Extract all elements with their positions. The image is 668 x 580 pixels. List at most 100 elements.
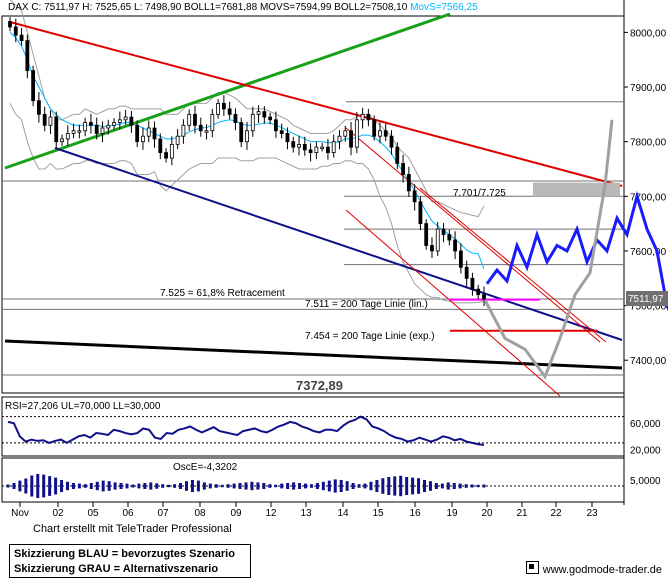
- candle-body: [198, 124, 203, 132]
- candle-body: [262, 111, 267, 118]
- candle-body: [54, 116, 59, 143]
- candle-body: [106, 124, 111, 129]
- candle-body: [193, 113, 197, 126]
- candle-body: [326, 146, 330, 153]
- candle-body: [141, 135, 145, 143]
- chart-header: DAX C: 7511,97 H: 7525,65 L: 7498,90 BOL…: [8, 2, 478, 13]
- candle-body: [204, 130, 209, 133]
- annotation-label: 7.511 = 200 Tage Linie (lin.): [305, 299, 428, 310]
- x-tick-label: 09: [230, 508, 242, 519]
- candle-body: [412, 190, 417, 203]
- rsi-tick-label: 20,000: [630, 445, 661, 456]
- candle-body: [210, 113, 215, 132]
- candle-body: [401, 163, 405, 175]
- candle-body: [83, 122, 88, 132]
- x-tick-label: 16: [409, 508, 421, 519]
- candle-body: [245, 130, 249, 143]
- candle-body: [175, 135, 180, 145]
- candle-body: [89, 122, 93, 126]
- candle-body: [268, 116, 273, 121]
- candle-body: [430, 245, 434, 252]
- candle-body: [274, 119, 278, 132]
- candle-body: [135, 124, 140, 143]
- candle-body: [389, 135, 394, 148]
- x-tick-label: 14: [337, 508, 349, 519]
- osc-label: OscE=-4,3202: [173, 462, 238, 473]
- x-tick-label: 15: [372, 508, 384, 519]
- rsi-tick-label: 60,000: [630, 419, 661, 430]
- osc-tick-label: 5,0000: [630, 476, 661, 487]
- candle-body: [285, 133, 290, 143]
- candle-body: [297, 143, 301, 148]
- candle-body: [279, 130, 284, 134]
- candle-body: [366, 113, 371, 121]
- candle-body: [8, 21, 12, 28]
- y-tick-label: 8000,00: [630, 28, 667, 39]
- candle-body: [308, 149, 313, 153]
- site-credit[interactable]: www.godmode-trader.de: [525, 561, 662, 576]
- candle-body: [112, 122, 116, 126]
- x-tick-label: 07: [157, 508, 169, 519]
- x-tick-label: 21: [516, 508, 528, 519]
- candle-body: [164, 152, 168, 159]
- candle-body: [123, 116, 128, 121]
- logo-icon: [525, 561, 539, 574]
- candle-body: [42, 113, 47, 126]
- candle-body: [372, 119, 377, 137]
- candle-body: [239, 122, 244, 143]
- candle-body: [476, 288, 481, 296]
- x-tick-label: 22: [550, 508, 562, 519]
- x-tick-label: 20: [481, 508, 493, 519]
- candle-body: [152, 127, 157, 140]
- annotation-label: 7.701/7.725: [453, 188, 506, 199]
- candle-body: [25, 40, 30, 72]
- candle-body: [60, 138, 64, 143]
- x-tick-label: Nov: [11, 508, 29, 519]
- site-url[interactable]: www.godmode-trader.de: [543, 564, 662, 576]
- candle-body: [158, 138, 163, 153]
- candle-body: [470, 277, 475, 290]
- price-flag-label: 7511,97: [628, 294, 664, 305]
- candle-body: [250, 113, 255, 132]
- candle-body: [418, 201, 423, 225]
- rsi-label: RSI=27,206 UL=70,000 LL=30,000: [5, 401, 161, 412]
- candle-body: [337, 135, 342, 143]
- candle-body: [181, 124, 186, 137]
- x-tick-label: 06: [122, 508, 134, 519]
- x-tick-label: 05: [87, 508, 99, 519]
- x-tick-label: 23: [586, 508, 598, 519]
- scenario-legend: Skizzierung BLAU = bevorzugtes Szenario …: [9, 544, 251, 578]
- candle-body: [100, 127, 105, 134]
- credit-text: Chart erstellt mit TeleTrader Profession…: [33, 523, 232, 535]
- target-zone: [533, 182, 620, 197]
- y-tick-label: 7400,00: [630, 356, 667, 367]
- candle-body: [447, 234, 452, 241]
- y-tick-label: 7900,00: [630, 83, 667, 94]
- annotation-label: 7.454 = 200 Tage Linie (exp.): [305, 331, 435, 342]
- candle-body: [343, 130, 348, 137]
- candle-body: [37, 100, 41, 115]
- candle-body: [227, 108, 232, 115]
- movs-line: [9, 32, 485, 270]
- candle-body: [378, 130, 382, 137]
- panel-frame: [1, 457, 625, 503]
- candle-body: [187, 113, 192, 126]
- candle-body: [453, 239, 457, 252]
- x-tick-label: 13: [300, 508, 312, 519]
- legend-gray: Skizzierung GRAU = Alternativszenario: [14, 563, 219, 575]
- candle-body: [291, 141, 296, 148]
- annotation-label: 7.525 = 61,8% Retracement: [160, 288, 285, 299]
- candle-body: [71, 130, 76, 134]
- x-tick-label: 02: [52, 508, 64, 519]
- candle-body: [406, 174, 411, 192]
- rsi-line: [7, 415, 485, 446]
- y-tick-label: 7800,00: [630, 138, 667, 149]
- candle-body: [65, 133, 70, 140]
- y-tick-label: 7600,00: [630, 247, 667, 258]
- legend-blue: Skizzierung BLAU = bevorzugtes Szenario: [14, 548, 235, 560]
- candle-body: [302, 143, 307, 151]
- candle-body: [146, 127, 151, 137]
- candle-body: [94, 124, 99, 134]
- candle-body: [19, 34, 24, 41]
- candle-body: [233, 113, 238, 123]
